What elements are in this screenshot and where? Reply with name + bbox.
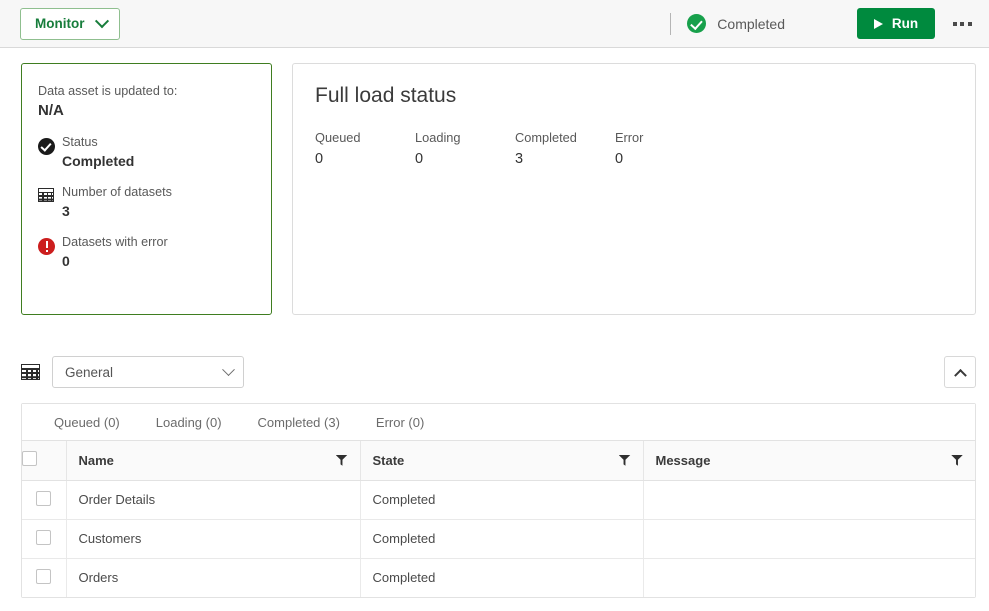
table-row[interactable]: Order Details Completed <box>22 480 975 520</box>
more-options-button[interactable] <box>945 7 979 41</box>
column-header-label: Message <box>655 452 711 468</box>
table-icon <box>21 364 40 380</box>
row-select-cell <box>22 519 67 559</box>
cell-state: Completed <box>360 480 644 520</box>
vertical-divider <box>670 12 672 35</box>
top-bar-right-group: Completed Run <box>670 0 989 48</box>
cell-message <box>643 480 975 520</box>
row-checkbox[interactable] <box>36 490 52 506</box>
run-status-label: Completed <box>717 15 785 32</box>
run-button-label: Run <box>891 16 919 31</box>
column-header-state: State <box>360 441 644 481</box>
cell-message <box>643 519 975 559</box>
load-status-stats: Queued 0 Loading 0 Completed 3 Error 0 <box>315 130 953 167</box>
row-select-cell <box>22 558 67 597</box>
stat-value: 0 <box>415 151 424 167</box>
general-select[interactable]: General <box>52 356 244 388</box>
select-all-header <box>22 441 67 481</box>
tab-loading[interactable]: Loading (0) <box>138 404 240 441</box>
updated-to-label: Data asset is updated to: <box>38 84 178 98</box>
cell-state: Completed <box>360 558 644 597</box>
filter-icon[interactable] <box>335 454 348 466</box>
stat-value: 3 <box>515 151 524 167</box>
cell-name: Order Details <box>66 480 361 520</box>
chevron-down-icon <box>94 13 109 28</box>
column-header-label: Name <box>78 452 114 468</box>
tab-completed[interactable]: Completed (3) <box>240 404 358 441</box>
select-all-checkbox[interactable] <box>22 451 37 467</box>
row-checkbox[interactable] <box>36 568 52 584</box>
stat-label: Queued <box>315 130 361 145</box>
stat-label: Completed <box>515 130 577 145</box>
summary-value: Completed <box>62 153 135 169</box>
tab-queued[interactable]: Queued (0) <box>36 404 138 441</box>
general-select-value: General <box>65 364 114 380</box>
stat-label: Loading <box>415 130 461 145</box>
stat-completed: Completed 3 <box>515 130 615 167</box>
cell-state: Completed <box>360 519 644 559</box>
stat-value: 0 <box>615 151 624 167</box>
stat-queued: Queued 0 <box>315 130 415 167</box>
cell-name: Customers <box>66 519 361 559</box>
summary-label: Status <box>62 135 98 149</box>
full-load-status-panel: Full load status Queued 0 Loading 0 Comp… <box>292 63 976 315</box>
status-tabs: Queued (0) Loading (0) Completed (3) Err… <box>22 404 975 441</box>
dataset-selector-row: General <box>21 355 976 389</box>
summary-value: 0 <box>62 253 70 269</box>
datasets-table: Name State Message Order Details Complet… <box>22 441 975 597</box>
data-asset-summary-card: Data asset is updated to: N/A Status Com… <box>21 63 272 315</box>
column-header-label: State <box>372 452 405 468</box>
summary-value: 3 <box>62 203 70 219</box>
table-row[interactable]: Customers Completed <box>22 519 975 559</box>
stat-value: 0 <box>315 151 324 167</box>
summary-label: Datasets with error <box>62 235 168 249</box>
top-bar: Monitor Completed Run <box>0 0 989 48</box>
collapse-panel-button[interactable] <box>944 356 976 388</box>
cell-name: Orders <box>66 558 361 597</box>
column-header-message: Message <box>643 441 975 481</box>
table-header-row: Name State Message <box>22 441 975 481</box>
table-row[interactable]: Orders Completed <box>22 558 975 597</box>
filter-icon[interactable] <box>951 454 963 466</box>
error-circle-icon <box>38 235 62 269</box>
stat-error: Error 0 <box>615 130 715 167</box>
tab-error[interactable]: Error (0) <box>358 404 442 441</box>
summary-label: Number of datasets <box>62 185 172 199</box>
cell-message <box>643 558 975 597</box>
summary-row-status: Status Completed <box>38 135 255 169</box>
stat-label: Error <box>615 130 644 145</box>
updated-to-value: N/A <box>38 102 64 119</box>
panel-title: Full load status <box>315 84 457 107</box>
play-icon <box>873 18 883 29</box>
chevron-down-icon <box>222 362 235 376</box>
kebab-dot <box>960 21 964 26</box>
run-button[interactable]: Run <box>857 8 935 39</box>
row-checkbox[interactable] <box>36 529 52 545</box>
chevron-up-icon <box>953 368 967 382</box>
check-circle-icon <box>687 14 707 33</box>
summary-row-dataset-errors: Datasets with error 0 <box>38 235 255 269</box>
monitor-dropdown-label: Monitor <box>35 16 85 31</box>
datasets-table-panel: Queued (0) Loading (0) Completed (3) Err… <box>21 403 976 598</box>
summary-row-dataset-count: Number of datasets 3 <box>38 185 255 219</box>
kebab-dot <box>967 21 972 26</box>
table-icon <box>38 185 62 219</box>
row-select-cell <box>22 480 67 520</box>
check-circle-icon <box>38 135 62 169</box>
kebab-dot <box>952 21 957 26</box>
monitor-dropdown-button[interactable]: Monitor <box>20 7 120 40</box>
stat-loading: Loading 0 <box>415 130 515 167</box>
filter-icon[interactable] <box>618 454 631 466</box>
column-header-name: Name <box>66 441 361 481</box>
